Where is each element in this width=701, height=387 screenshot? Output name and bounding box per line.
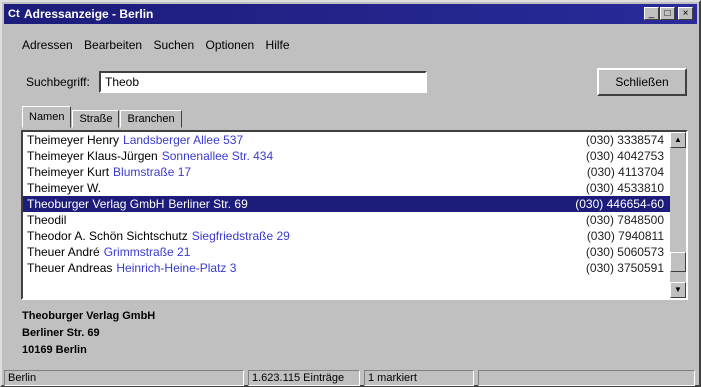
maximize-icon[interactable]: □ — [660, 7, 675, 20]
menu-optionen[interactable]: Optionen — [205, 38, 254, 52]
list-item[interactable]: Theoburger Verlag GmbH Berliner Str. 69 (0… — [23, 196, 686, 212]
address-list[interactable]: Theimeyer Henry Landsberger Allee 537 (030… — [21, 130, 688, 300]
entry-name: Theuer Andreas — [27, 261, 113, 275]
list-item[interactable]: Theimeyer Kurt Blumstraße 17 (030) 4113704 — [23, 164, 686, 180]
list-item[interactable]: Theimeyer Klaus-Jürgen Sonnenallee Str. 4… — [23, 148, 686, 164]
list-item[interactable]: Theimeyer Henry Landsberger Allee 537 (030… — [23, 132, 686, 148]
tab-namen[interactable]: Namen — [22, 106, 72, 128]
entry-address: Blumstraße 17 — [113, 165, 192, 179]
entry-address: Grimmstraße 21 — [103, 245, 191, 259]
entry-name: Theuer André — [27, 245, 100, 259]
app-icon: Ct — [8, 8, 20, 20]
entry-phone: (030) 3338574 — [585, 133, 664, 147]
menu-hilfe[interactable]: Hilfe — [266, 38, 290, 52]
vertical-scrollbar[interactable]: ▲ ▼ — [670, 132, 686, 298]
entry-phone: (030) 4533810 — [585, 181, 664, 195]
entry-name: Theimeyer Henry — [27, 133, 120, 147]
list-rows: Theimeyer Henry Landsberger Allee 537 (030… — [23, 132, 686, 276]
list-item[interactable]: Theimeyer W. (030) 4533810 — [23, 180, 686, 196]
status-city: Berlin — [4, 370, 244, 386]
menu-bar: Adressen Bearbeiten Suchen Optionen Hilf… — [22, 38, 298, 54]
minimize-icon[interactable]: _ — [644, 7, 659, 20]
menu-bearbeiten[interactable]: Bearbeiten — [84, 38, 142, 52]
scroll-up-icon[interactable]: ▲ — [670, 132, 686, 148]
status-bar: Berlin 1.623.115 Einträge 1 markiert — [4, 370, 697, 387]
entry-name: Theoburger Verlag GmbH — [27, 197, 165, 211]
entry-phone: (030) 4042753 — [585, 149, 664, 163]
status-count: 1.623.115 Einträge — [248, 370, 360, 386]
status-empty — [478, 370, 695, 386]
tab-branchen[interactable]: Branchen — [120, 110, 182, 128]
entry-name: Theodil — [27, 213, 67, 227]
list-item[interactable]: Theodor A. Schön Sichtschutz Siegfriedstr… — [23, 228, 686, 244]
list-item[interactable]: Theodil (030) 7848500 — [23, 212, 686, 228]
entry-phone: (030) 7940811 — [586, 229, 664, 243]
detail-name: Theoburger Verlag GmbH — [22, 310, 156, 322]
close-icon[interactable]: × — [678, 7, 693, 20]
entry-address: Sonnenallee Str. 434 — [161, 149, 274, 163]
status-selection: 1 markiert — [364, 370, 474, 386]
entry-address: Landsberger Allee 537 — [123, 133, 244, 147]
close-button[interactable]: Schließen — [597, 68, 687, 96]
scroll-down-icon[interactable]: ▼ — [670, 282, 686, 298]
detail-street: Berliner Str. 69 — [22, 327, 100, 339]
scroll-thumb[interactable] — [670, 252, 686, 272]
app-window: Ct Adressanzeige - Berlin _ □ × Adressen… — [0, 0, 701, 387]
search-label: Suchbegriff: — [26, 75, 90, 89]
list-item[interactable]: Theuer André Grimmstraße 21 (030) 5060573 — [23, 244, 686, 260]
entry-name: Theimeyer Kurt — [27, 165, 110, 179]
tab-strasse[interactable]: Straße — [72, 110, 120, 128]
window-title: Adressanzeige - Berlin — [24, 7, 154, 21]
tab-bar: Namen Straße Branchen — [22, 106, 183, 128]
entry-address: Berliner Str. 69 — [168, 197, 248, 211]
entry-address: Siegfriedstraße 29 — [191, 229, 290, 243]
entry-name: Theodor A. Schön Sichtschutz — [27, 229, 188, 243]
entry-address: Heinrich-Heine-Platz 3 — [116, 261, 237, 275]
entry-phone: (030) 7848500 — [585, 213, 664, 227]
menu-suchen[interactable]: Suchen — [153, 38, 194, 52]
detail-city: 10169 Berlin — [22, 344, 87, 356]
entry-phone: (030) 4113704 — [586, 165, 664, 179]
detail-panel: Theoburger Verlag GmbH Berliner Str. 69 … — [22, 308, 155, 359]
search-input[interactable] — [99, 71, 427, 93]
list-item[interactable]: Theuer Andreas Heinrich-Heine-Platz 3 (030… — [23, 260, 686, 276]
title-bar[interactable]: Ct Adressanzeige - Berlin _ □ × — [4, 4, 697, 24]
entry-phone: (030) 5060573 — [585, 245, 664, 259]
entry-name: Theimeyer W. — [27, 181, 102, 195]
entry-name: Theimeyer Klaus-Jürgen — [27, 149, 158, 163]
entry-phone: (030) 3750591 — [585, 261, 664, 275]
menu-adressen[interactable]: Adressen — [22, 38, 73, 52]
entry-phone: (030) 446654-60 — [575, 197, 664, 211]
